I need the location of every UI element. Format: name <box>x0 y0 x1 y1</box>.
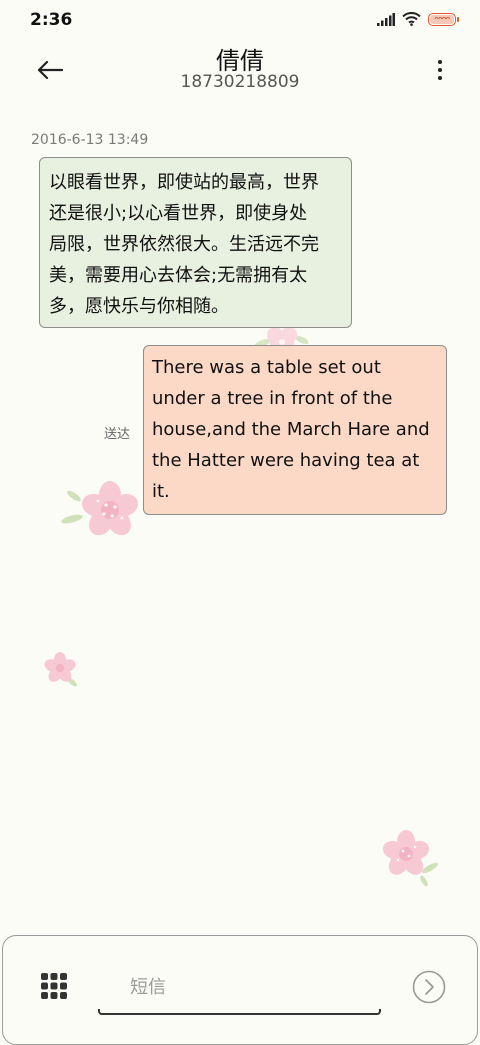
more-options-button[interactable] <box>428 50 452 90</box>
send-arrow-icon[interactable] <box>412 970 446 1004</box>
message-line: There was a table set out <box>152 357 381 378</box>
status-icons: ᴖᴖᴖᴖ <box>377 12 459 26</box>
message-timestamp: 2016-6-13 13:49 <box>31 132 149 148</box>
apps-grid-icon[interactable] <box>40 972 68 1000</box>
battery-icon: ᴖᴖᴖᴖ <box>428 12 459 26</box>
status-bar: 2:36 ᴖᴖᴖᴖ <box>0 0 480 40</box>
message-line: 以眼看世界，即使站的最高，世界 <box>49 172 319 193</box>
conversation-header: 倩倩 18730218809 <box>0 40 480 110</box>
message-line: 局限，世界依然很大。生活远不完 <box>49 234 319 255</box>
delivery-status: 送达 <box>104 427 131 442</box>
contact-number: 18730218809 <box>180 72 300 92</box>
signal-icon <box>377 12 395 26</box>
message-line: it. <box>152 481 170 502</box>
blossom-decoration <box>61 481 139 536</box>
incoming-message-bubble[interactable]: 以眼看世界，即使站的最高，世界 还是很小;以心看世界，即使身处 局限，世界依然很… <box>39 157 352 328</box>
message-line: under a tree in front of the <box>152 388 393 409</box>
message-line: 多，愿快乐与你相随。 <box>49 296 229 317</box>
status-time: 2:36 <box>30 10 73 30</box>
sms-input-field[interactable] <box>98 965 381 1015</box>
outgoing-message-bubble[interactable]: There was a table set out under a tree i… <box>143 345 447 515</box>
more-vertical-icon <box>438 60 442 64</box>
message-line: 美，需要用心去体会;无需拥有太 <box>49 265 308 286</box>
message-line: 还是很小;以心看世界，即使身处 <box>49 203 308 224</box>
wifi-icon <box>402 12 421 26</box>
battery-label: ᴖᴖᴖᴖ <box>434 15 450 23</box>
message-line: the Hatter were having tea at <box>152 450 420 471</box>
sms-input-underline <box>98 1009 381 1015</box>
contact-name: 倩倩 <box>216 47 264 75</box>
blossom-decoration <box>44 652 77 687</box>
blossom-decoration <box>382 830 438 887</box>
message-line: house,and the March Hare and <box>152 419 430 440</box>
sms-input[interactable] <box>98 965 381 1009</box>
